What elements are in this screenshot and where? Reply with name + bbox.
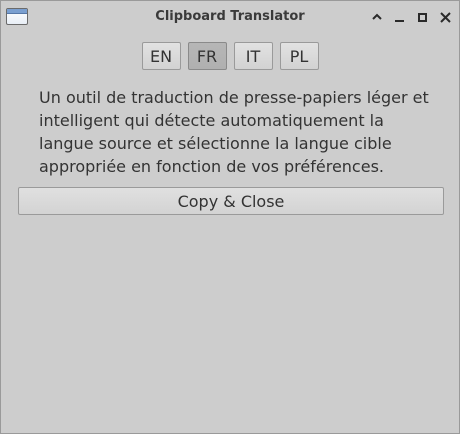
close-icon[interactable]	[437, 9, 453, 25]
language-button-en[interactable]: EN	[141, 42, 181, 70]
app-window: Clipboard Translator EN FR IT PL Un outi…	[0, 0, 460, 434]
language-button-it[interactable]: IT	[233, 42, 273, 70]
description-text: Un outil de traduction de presse-papiers…	[39, 88, 429, 176]
language-button-fr[interactable]: FR	[187, 42, 227, 70]
minimize-icon[interactable]	[391, 9, 407, 25]
language-button-pl[interactable]: PL	[279, 42, 319, 70]
copy-close-button[interactable]: Copy & Close	[18, 187, 444, 215]
chevron-up-icon[interactable]	[369, 9, 385, 25]
maximize-icon[interactable]	[414, 9, 430, 25]
language-selector: EN FR IT PL	[1, 42, 459, 70]
title-bar[interactable]: Clipboard Translator	[1, 1, 459, 33]
